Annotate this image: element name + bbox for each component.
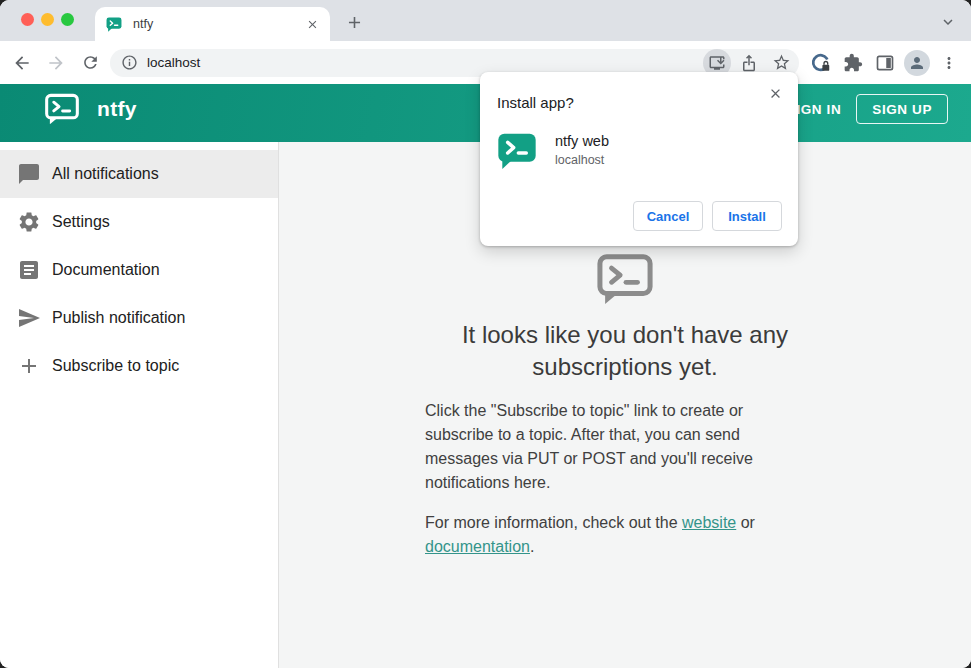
sidebar-item-publish-notification[interactable]: Publish notification (0, 294, 278, 342)
site-info-icon[interactable] (118, 52, 140, 74)
sidebar-item-label: Settings (52, 213, 110, 231)
empty-state: It looks like you don't have any subscri… (425, 253, 825, 668)
ntfy-logo-icon (44, 93, 80, 126)
dialog-title: Install app? (497, 94, 782, 111)
tab-close-icon[interactable] (304, 16, 321, 33)
paragraph-text: or (736, 514, 755, 531)
profile-avatar[interactable] (903, 49, 931, 77)
sidebar-item-label: Documentation (52, 261, 160, 279)
sidebar-item-label: Subscribe to topic (52, 357, 179, 375)
install-button[interactable]: Install (712, 201, 782, 231)
browser-tab[interactable]: ntfy (95, 7, 330, 41)
side-panel-icon[interactable] (871, 49, 899, 77)
dialog-close-icon[interactable] (764, 82, 786, 104)
sidebar-item-subscribe-to-topic[interactable]: Subscribe to topic (0, 342, 278, 390)
sidebar-item-label: All notifications (52, 165, 159, 183)
toolbar-extensions (807, 49, 963, 77)
browser-menu-icon[interactable] (935, 49, 963, 77)
install-app-dialog: Install app? ntfy web localhost Cancel I… (480, 72, 798, 246)
article-icon (17, 258, 41, 282)
sidebar-item-label: Publish notification (52, 309, 185, 327)
empty-state-paragraph-1: Click the "Subscribe to topic" link to c… (425, 399, 788, 495)
password-manager-extension-icon[interactable] (807, 49, 835, 77)
cancel-button[interactable]: Cancel (633, 201, 703, 231)
close-window-button[interactable] (21, 13, 34, 26)
dialog-app-info: ntfy web localhost (497, 132, 782, 170)
dialog-app-origin: localhost (555, 153, 609, 167)
chat-bubble-icon (17, 162, 41, 186)
sign-up-button[interactable]: SIGN UP (856, 94, 948, 124)
tab-title: ntfy (133, 17, 304, 31)
ntfy-favicon (106, 17, 122, 32)
dialog-buttons: Cancel Install (633, 201, 782, 231)
browser-window: ntfy localhost (0, 0, 971, 668)
app-title: ntfy (97, 97, 137, 121)
reload-icon[interactable] (76, 49, 104, 77)
tab-strip: ntfy (0, 0, 971, 41)
sidebar-item-documentation[interactable]: Documentation (0, 246, 278, 294)
back-icon[interactable] (8, 49, 36, 77)
minimize-window-button[interactable] (41, 13, 54, 26)
forward-icon[interactable] (42, 49, 70, 77)
gear-icon (17, 210, 41, 234)
zoom-window-button[interactable] (61, 13, 74, 26)
window-controls (21, 13, 74, 26)
new-tab-button[interactable] (341, 9, 367, 35)
paragraph-text: For more information, check out the (425, 514, 682, 531)
sidebar-item-all-notifications[interactable]: All notifications (0, 150, 278, 198)
documentation-link[interactable]: documentation (425, 538, 530, 555)
paragraph-text: . (530, 538, 534, 555)
website-link[interactable]: website (682, 514, 736, 531)
sidebar: All notifications Settings Documentation… (0, 142, 279, 668)
ntfy-app-icon (497, 132, 537, 170)
profile-avatar-circle (904, 50, 930, 76)
extensions-puzzle-icon[interactable] (839, 49, 867, 77)
empty-state-heading: It looks like you don't have any subscri… (425, 319, 825, 383)
send-icon (17, 306, 41, 330)
sidebar-item-settings[interactable]: Settings (0, 198, 278, 246)
dialog-app-name: ntfy web (555, 133, 609, 149)
plus-icon (17, 354, 41, 378)
appbar-actions: SIGN IN SIGN UP (785, 94, 948, 125)
url-text[interactable]: localhost (147, 55, 699, 70)
ntfy-terminal-icon (596, 253, 654, 307)
tab-search-chevron-icon[interactable] (937, 11, 959, 33)
empty-state-paragraph-2: For more information, check out the webs… (425, 511, 788, 559)
